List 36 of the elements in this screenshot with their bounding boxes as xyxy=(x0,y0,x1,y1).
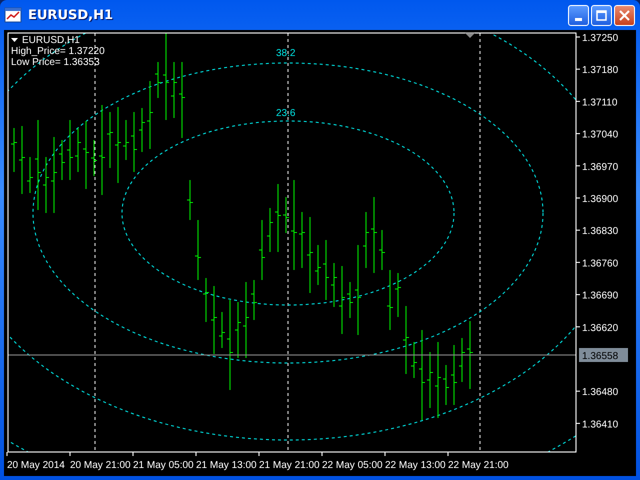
price-axis-label: 1.37040 xyxy=(582,130,618,141)
info-text: Low Price= 1.36353 xyxy=(11,57,100,68)
symbol-label: EURUSD,H1 xyxy=(22,35,80,46)
price-axis-label: 1.36690 xyxy=(582,290,618,302)
time-axis-label: 21 May 21:00 xyxy=(259,460,320,471)
current-price-tag: 1.36558 xyxy=(579,348,628,362)
maximize-button[interactable] xyxy=(591,4,612,26)
price-axis-label: 1.36900 xyxy=(582,194,618,205)
price-axis-label: 1.37110 xyxy=(582,97,618,108)
time-axis-label: 20 May 2014 xyxy=(7,460,65,471)
time-axis-label: 22 May 13:00 xyxy=(385,460,446,471)
info-text: High_Price= 1.37220 xyxy=(11,46,105,57)
fibo-level-label: 38.2 xyxy=(276,48,296,59)
maximize-icon xyxy=(596,10,607,20)
shift-marker-icon xyxy=(465,33,475,38)
fibo-level-label: 23.6 xyxy=(276,108,296,119)
price-axis-label: 1.37250 xyxy=(582,33,618,44)
minimize-button[interactable] xyxy=(568,4,589,26)
price-axis-label: 1.36480 xyxy=(582,387,618,398)
window-title: EURUSD,H1 xyxy=(28,8,114,22)
price-axis-label: 1.36830 xyxy=(582,226,618,238)
close-button[interactable] xyxy=(614,4,635,26)
price-axis-label: 1.37180 xyxy=(582,65,618,76)
close-icon xyxy=(619,10,630,20)
time-axis-label: 22 May 05:00 xyxy=(322,460,383,471)
dropdown-triangle-icon[interactable] xyxy=(11,38,18,42)
time-axis-label: 20 May 21:00 xyxy=(70,460,131,471)
price-axis-label: 1.36760 xyxy=(582,258,618,270)
price-axis-label: 1.36620 xyxy=(582,322,618,334)
price-axis-label: 1.36970 xyxy=(582,162,618,173)
price-axis-label: 1.36410 xyxy=(582,419,618,430)
minimize-icon xyxy=(575,18,582,20)
chart-window-icon xyxy=(4,7,22,23)
time-axis-label: 22 May 21:00 xyxy=(448,460,509,471)
time-axis-label: 21 May 13:00 xyxy=(196,460,257,471)
time-axis-label: 21 May 05:00 xyxy=(133,460,194,471)
